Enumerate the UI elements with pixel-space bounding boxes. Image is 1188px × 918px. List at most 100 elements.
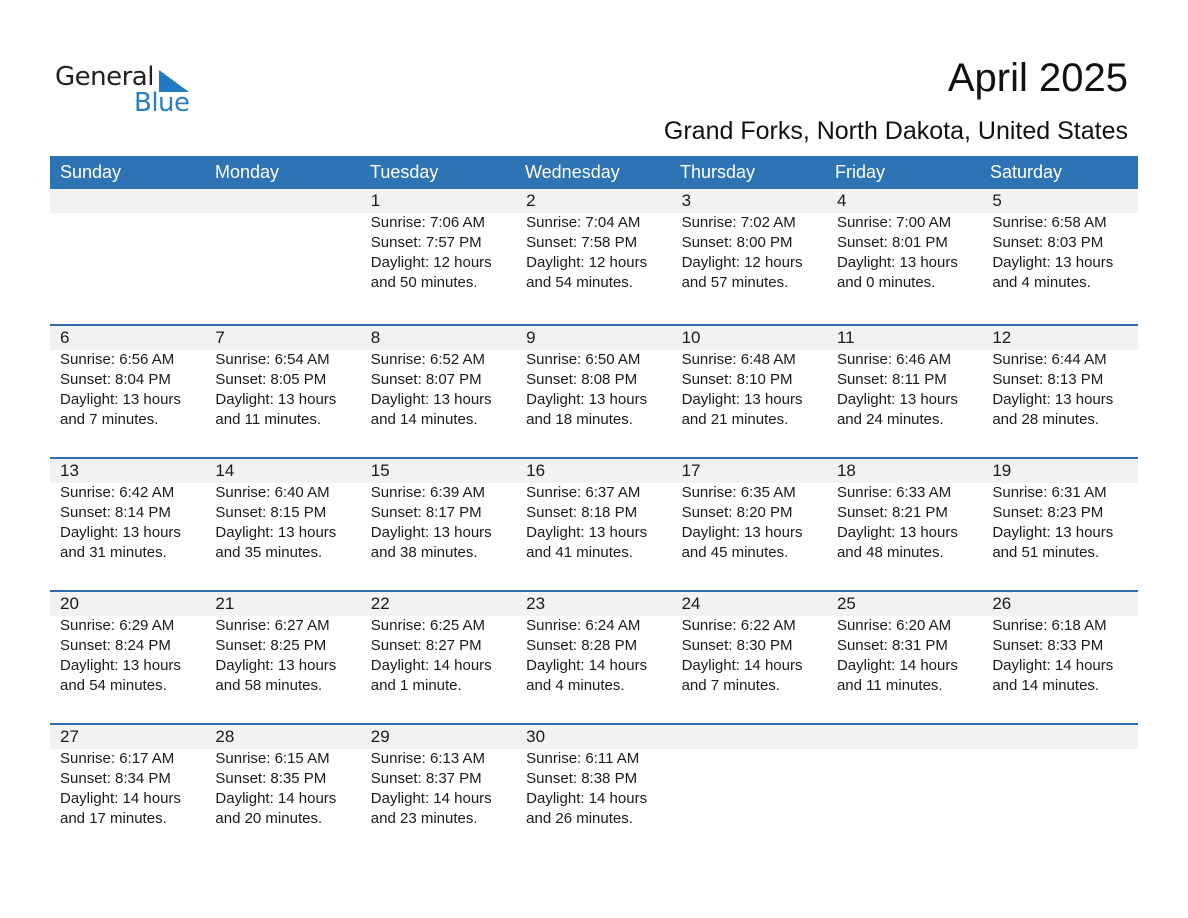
sunset-time: Sunset: 8:00 PM	[681, 234, 793, 251]
sunrise-time: Sunrise: 6:11 AM	[526, 750, 640, 767]
calendar-grid: Sunday Monday Tuesday Wednesday Thursday…	[50, 156, 1138, 856]
page-title: April 2025	[947, 56, 1128, 100]
week-days: 20 Sunrise: 6:29 AM Sunset: 8:24 PM Dayligh…	[50, 592, 1138, 696]
daylight-minutes: and 38 minutes.	[370, 544, 478, 561]
day-number: 29	[370, 727, 390, 746]
sunrise-time: Sunrise: 6:29 AM	[60, 617, 175, 634]
sunrise-time: Sunrise: 7:06 AM	[370, 214, 486, 231]
day-cell: 16 Sunrise: 6:37 AM Sunset: 8:18 PM Dayligh…	[516, 459, 671, 563]
daylight-minutes: and 0 minutes.	[836, 274, 936, 291]
daylight-hours: Daylight: 13 hours	[992, 254, 1114, 271]
daylight-hours: Daylight: 13 hours	[370, 524, 492, 541]
sunset-time: Sunset: 8:27 PM	[370, 637, 482, 654]
week-days: 6 Sunrise: 6:56 AM Sunset: 8:04 PM Daylight…	[50, 326, 1138, 430]
daylight-minutes: and 4 minutes.	[526, 677, 625, 694]
sunset-time: Sunset: 8:34 PM	[60, 770, 171, 787]
day-number: 10	[681, 328, 701, 347]
day-number: 19	[992, 461, 1012, 480]
sunset-time: Sunset: 8:25 PM	[215, 637, 327, 654]
sunrise-time: Sunrise: 6:58 AM	[992, 214, 1107, 231]
daylight-hours: Daylight: 13 hours	[992, 391, 1114, 408]
day-number: 23	[526, 594, 546, 613]
daylight-hours: Daylight: 13 hours	[526, 524, 648, 541]
sunrise-time: Sunrise: 6:17 AM	[60, 750, 175, 767]
day-cell: 1 Sunrise: 7:06 AM Sunset: 7:57 PM Daylight…	[361, 189, 516, 293]
sunrise-time: Sunrise: 6:52 AM	[370, 351, 486, 368]
daylight-minutes: and 51 minutes.	[992, 544, 1100, 561]
sunrise-time: Sunrise: 6:48 AM	[681, 351, 796, 368]
week-days: 13 Sunrise: 6:42 AM Sunset: 8:14 PM Dayligh…	[50, 459, 1138, 563]
daylight-hours: Daylight: 13 hours	[60, 391, 181, 408]
day-cell: 19 Sunrise: 6:31 AM Sunset: 8:23 PM Dayligh…	[982, 459, 1137, 563]
sunrise-time: Sunrise: 6:39 AM	[370, 484, 486, 501]
day-cell: 28 Sunrise: 6:15 AM Sunset: 8:35 PM Dayligh…	[205, 725, 360, 829]
daylight-hours: Daylight: 13 hours	[681, 391, 803, 408]
daylight-minutes: and 21 minutes.	[681, 411, 789, 428]
weekday-header-row: Sunday Monday Tuesday Wednesday Thursday…	[50, 156, 1138, 189]
day-cell: 3 Sunrise: 7:02 AM Sunset: 8:00 PM Daylight…	[672, 189, 827, 293]
daylight-minutes: and 17 minutes.	[60, 810, 167, 827]
empty-day-cell	[50, 189, 205, 293]
sunset-time: Sunset: 8:23 PM	[992, 504, 1104, 521]
sunset-time: Sunset: 8:35 PM	[215, 770, 327, 787]
day-cell: 7 Sunrise: 6:54 AM Sunset: 8:05 PM Daylight…	[205, 326, 360, 430]
weekday-header: Monday	[215, 162, 280, 182]
sunrise-time: Sunrise: 6:25 AM	[370, 617, 486, 634]
day-number: 25	[836, 594, 856, 613]
daylight-hours: Daylight: 13 hours	[526, 391, 648, 408]
daylight-hours: Daylight: 14 hours	[526, 657, 648, 674]
daylight-minutes: and 31 minutes.	[60, 544, 167, 561]
day-number: 24	[681, 594, 701, 613]
daylight-minutes: and 14 minutes.	[370, 411, 478, 428]
daylight-hours: Daylight: 12 hours	[681, 254, 803, 271]
daylight-minutes: and 57 minutes.	[681, 274, 789, 291]
day-number: 13	[60, 461, 79, 480]
logo-text-blue: Blue	[134, 88, 190, 118]
day-number: 5	[992, 191, 1002, 210]
daylight-minutes: and 41 minutes.	[526, 544, 633, 561]
daylight-hours: Daylight: 13 hours	[215, 524, 337, 541]
daylight-minutes: and 24 minutes.	[836, 411, 944, 428]
day-cell: 4 Sunrise: 7:00 AM Sunset: 8:01 PM Daylight…	[827, 189, 982, 293]
weekday-header: Sunday	[60, 162, 122, 182]
sunset-time: Sunset: 7:58 PM	[526, 234, 638, 251]
day-number: 27	[60, 727, 79, 746]
week-row: 27 Sunrise: 6:17 AM Sunset: 8:34 PM Dayligh…	[50, 723, 1138, 856]
day-cell: 5 Sunrise: 6:58 AM Sunset: 8:03 PM Daylight…	[982, 189, 1137, 293]
day-number: 9	[526, 328, 536, 347]
sunset-time: Sunset: 8:33 PM	[992, 637, 1104, 654]
sunset-time: Sunset: 8:03 PM	[992, 234, 1104, 251]
daylight-hours: Daylight: 13 hours	[836, 391, 958, 408]
day-number: 21	[215, 594, 235, 613]
day-cell: 17 Sunrise: 6:35 AM Sunset: 8:20 PM Dayligh…	[672, 459, 827, 563]
day-cell: 29 Sunrise: 6:13 AM Sunset: 8:37 PM Dayligh…	[361, 725, 516, 829]
sunset-time: Sunset: 8:37 PM	[370, 770, 482, 787]
daylight-minutes: and 7 minutes.	[681, 677, 780, 694]
daylight-minutes: and 26 minutes.	[526, 810, 633, 827]
sunrise-time: Sunrise: 7:04 AM	[526, 214, 641, 231]
sunrise-time: Sunrise: 6:18 AM	[992, 617, 1107, 634]
daylight-minutes: and 35 minutes.	[215, 544, 323, 561]
day-cell: 26 Sunrise: 6:18 AM Sunset: 8:33 PM Dayligh…	[982, 592, 1137, 696]
day-cell: 13 Sunrise: 6:42 AM Sunset: 8:14 PM Dayligh…	[50, 459, 205, 563]
sunset-time: Sunset: 8:10 PM	[681, 371, 793, 388]
daylight-hours: Daylight: 13 hours	[215, 657, 337, 674]
day-number: 18	[836, 461, 856, 480]
day-cell: 14 Sunrise: 6:40 AM Sunset: 8:15 PM Dayligh…	[205, 459, 360, 563]
sunset-time: Sunset: 8:30 PM	[681, 637, 793, 654]
day-number: 1	[370, 191, 381, 210]
day-number: 7	[215, 328, 225, 347]
sunset-time: Sunset: 8:28 PM	[526, 637, 638, 654]
sunset-time: Sunset: 8:14 PM	[60, 504, 171, 521]
empty-day-cell	[827, 725, 982, 829]
day-number: 3	[681, 191, 692, 210]
sunrise-time: Sunrise: 6:31 AM	[992, 484, 1107, 501]
day-number: 30	[526, 727, 546, 746]
weekday-header: Tuesday	[370, 162, 439, 182]
day-number: 8	[370, 328, 381, 347]
weekday-header: Friday	[835, 162, 886, 182]
sunrise-time: Sunrise: 6:40 AM	[215, 484, 330, 501]
daylight-minutes: and 11 minutes.	[836, 677, 943, 694]
empty-day-cell	[982, 725, 1137, 829]
sunset-time: Sunset: 8:13 PM	[992, 371, 1104, 388]
